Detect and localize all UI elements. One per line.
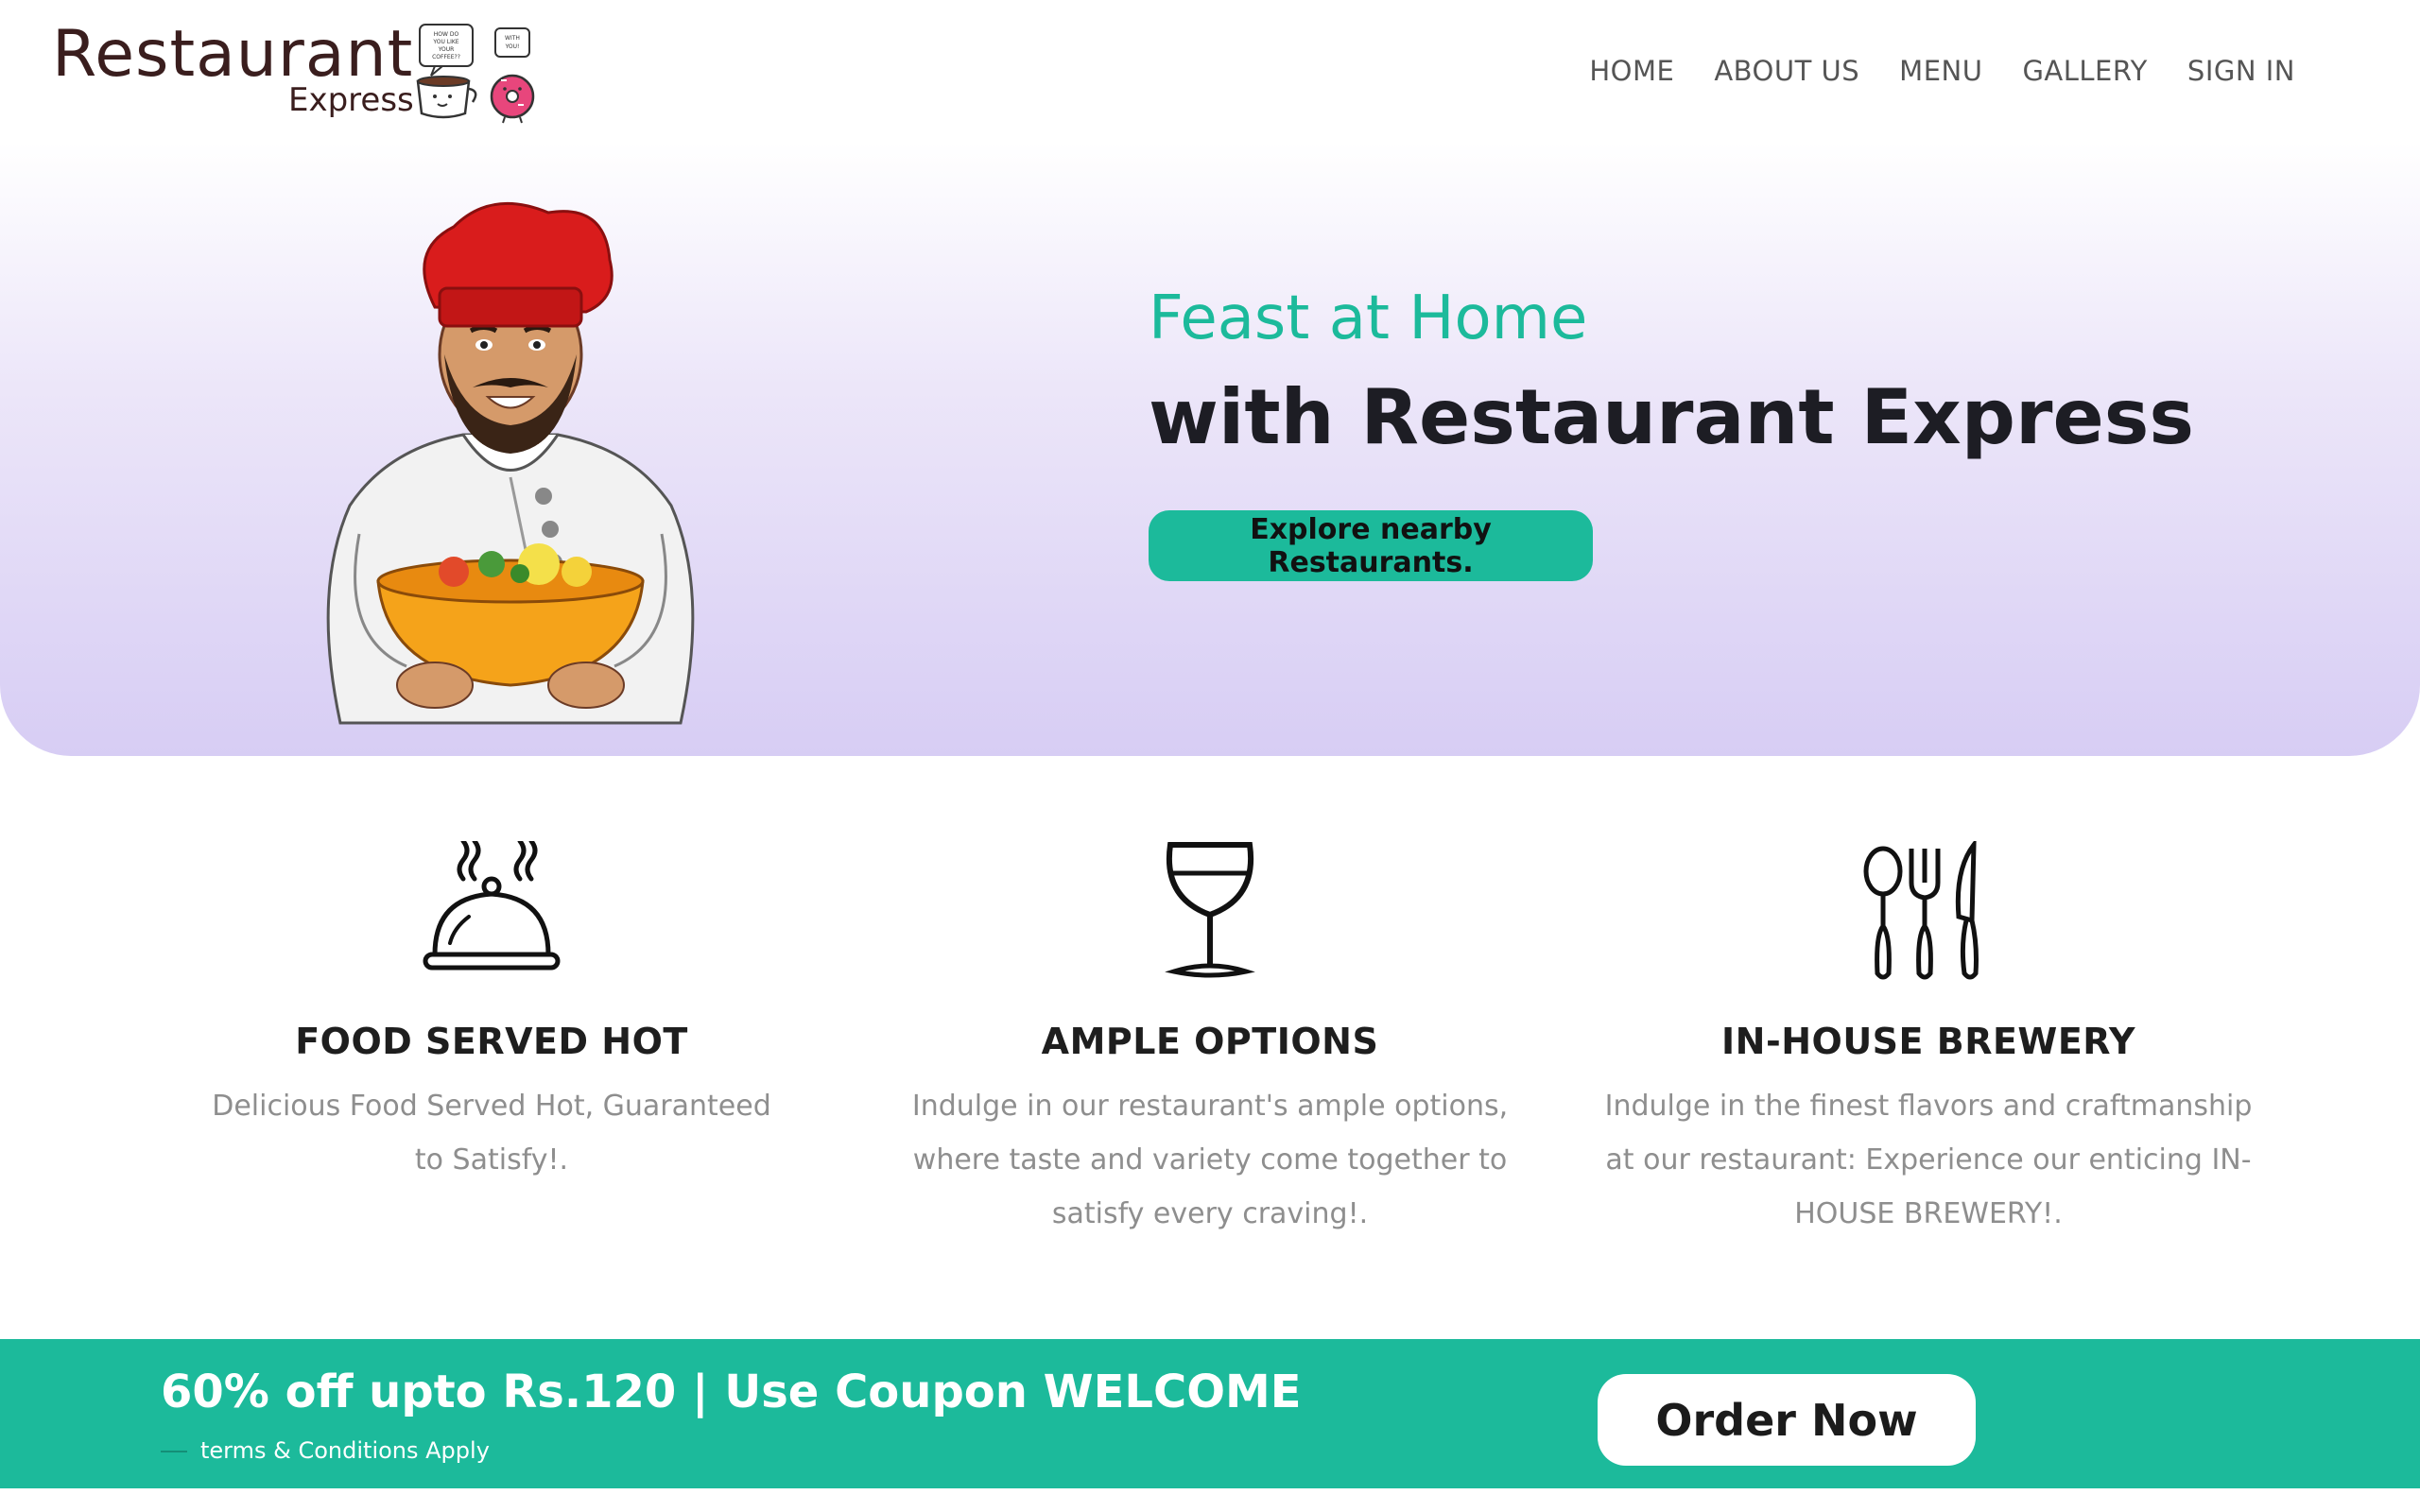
feature-title: IN-HOUSE BREWERY xyxy=(1721,1021,2135,1062)
feature-title: AMPLE OPTIONS xyxy=(1041,1021,1379,1062)
nav-home[interactable]: HOME xyxy=(1589,55,1674,87)
feature-description: Indulge in the finest flavors and craftm… xyxy=(1604,1090,2253,1230)
nav-sign-in[interactable]: SIGN IN xyxy=(2187,55,2295,87)
feature-food-served-hot: FOOD SERVED HOT Delicious Food Served Ho… xyxy=(151,841,832,1187)
brand-logo[interactable]: Restaurant Express HOW DO YOU LIKE YOUR … xyxy=(52,17,544,126)
hero-title: with Restaurant Express xyxy=(1149,373,2194,461)
feature-in-house-brewery: IN-HOUSE BREWERY Indulge in the finest f… xyxy=(1588,841,2269,1241)
promo-title: 60% off upto Rs.120 | Use Coupon WELCOME xyxy=(161,1366,1302,1418)
explore-restaurants-button[interactable]: Explore nearby Restaurants. xyxy=(1149,510,1593,581)
feature-title: FOOD SERVED HOT xyxy=(295,1021,688,1062)
chef-illustration xyxy=(326,201,695,725)
brand-subtitle: Express xyxy=(288,81,414,119)
serving-cloche-icon xyxy=(423,841,561,971)
hero-subtitle: Feast at Home xyxy=(1149,284,1588,353)
coffee-donut-mascot-icon: HOW DO YOU LIKE YOUR COFFEE?? WITH YOU! xyxy=(416,24,535,124)
terms-text: terms & Conditions Apply xyxy=(200,1437,490,1464)
nav-gallery[interactable]: GALLERY xyxy=(2022,55,2147,87)
feature-description: Indulge in our restaurant's ample option… xyxy=(911,1090,1509,1230)
order-now-button[interactable]: Order Now xyxy=(1598,1374,1976,1466)
art-text-1a: HOW DO xyxy=(434,31,459,38)
site-header: Restaurant Express HOW DO YOU LIKE YOUR … xyxy=(0,0,2420,142)
nav-about-us[interactable]: ABOUT US xyxy=(1714,55,1859,87)
main-nav: HOME ABOUT US MENU GALLERY SIGN IN xyxy=(1589,55,2295,87)
art-text-2a: WITH xyxy=(505,35,520,42)
feature-ample-options: AMPLE OPTIONS Indulge in our restaurant'… xyxy=(870,841,1550,1241)
art-text-2b: YOU! xyxy=(505,43,520,50)
feature-description: Delicious Food Served Hot, Guaranteed to… xyxy=(212,1090,771,1177)
hero-section: Feast at Home with Restaurant Express Ex… xyxy=(0,142,2420,756)
wine-glass-icon xyxy=(1165,842,1255,978)
art-text-1d: COFFEE?? xyxy=(432,54,460,60)
terms-dash xyxy=(161,1451,187,1452)
promo-terms: terms & Conditions Apply xyxy=(161,1437,490,1464)
art-text-1c: YOUR xyxy=(438,46,455,53)
cutlery-icon xyxy=(1863,841,1979,980)
promo-banner: 60% off upto Rs.120 | Use Coupon WELCOME… xyxy=(0,1339,2420,1488)
art-text-1b: YOU LIKE xyxy=(432,39,458,45)
nav-menu[interactable]: MENU xyxy=(1899,55,1982,87)
